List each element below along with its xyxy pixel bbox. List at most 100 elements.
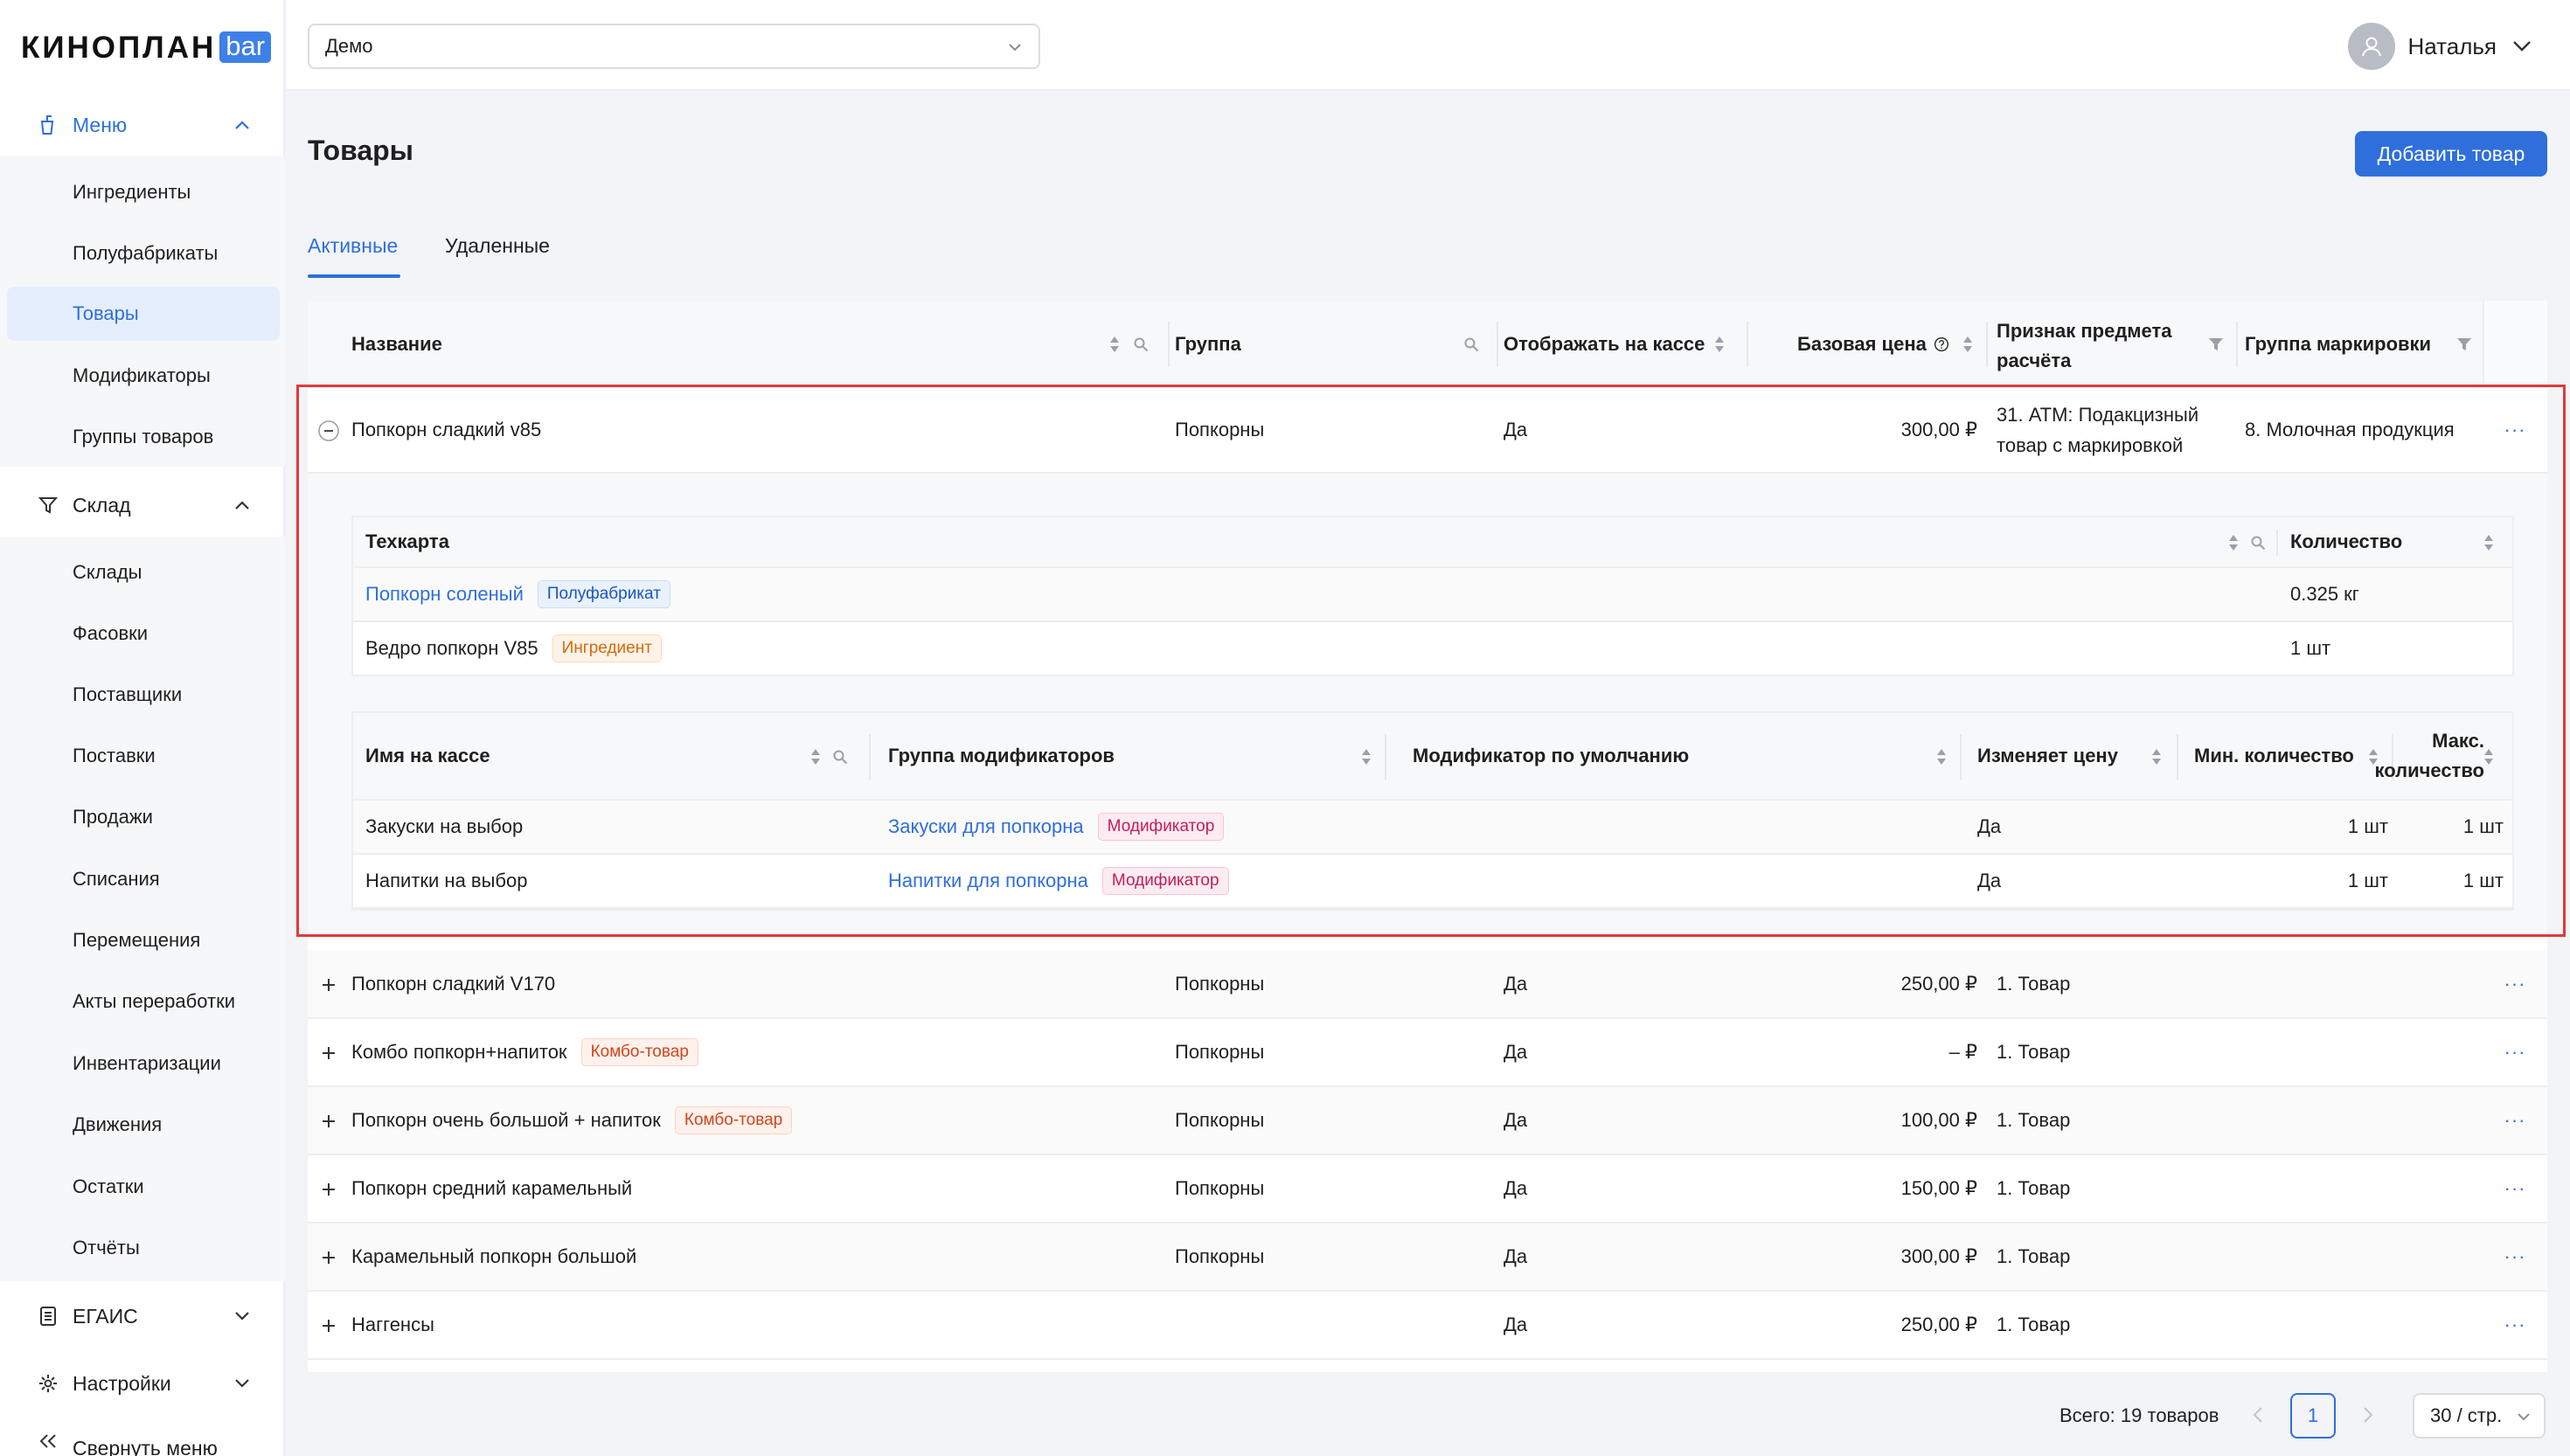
expand-row-icon[interactable] <box>318 1315 339 1336</box>
sidebar-item-inventories[interactable]: Инвентаризации <box>7 1037 280 1091</box>
table-row[interactable]: Попкорн сладкий V170 Попкорны Да 250,00 … <box>308 951 2547 1019</box>
row-actions-button[interactable]: ··· <box>2483 1155 2547 1222</box>
table-row[interactable]: Комбо попкорн+напиток Комбо-товар Попкор… <box>308 1019 2547 1087</box>
sidebar-item-processing-acts[interactable]: Акты переработки <box>7 974 280 1029</box>
sort-icon[interactable] <box>2481 747 2497 766</box>
table-row[interactable]: Попкорн сладкий v85 Попкорны Да 300,00 ₽… <box>308 388 2547 474</box>
mod-col-min-qty: Мин. количество <box>2194 745 2354 766</box>
row-actions-button[interactable]: ··· <box>2483 1224 2547 1290</box>
sort-icon[interactable] <box>1960 335 1976 354</box>
expand-row-icon[interactable] <box>318 974 339 995</box>
document-icon <box>37 1305 59 1328</box>
sort-icon[interactable] <box>1358 747 1374 766</box>
sort-icon[interactable] <box>808 747 823 766</box>
table-row[interactable]: Попкорн очень большой + напиток Комбо-то… <box>308 1087 2547 1155</box>
modifier-pos-name: Закуски на выбор <box>365 815 524 837</box>
sort-icon[interactable] <box>2226 533 2241 552</box>
sort-icon[interactable] <box>2481 533 2497 552</box>
product-calc-sign: 31. АТМ: Подакцизный товар с маркировкой <box>1997 388 2198 472</box>
funnel-icon <box>37 494 59 517</box>
sidebar-section-egais[interactable]: ЕГАИС <box>0 1285 285 1348</box>
sidebar-item-movements[interactable]: Движения <box>7 1098 280 1152</box>
sidebar-item-writeoffs[interactable]: Списания <box>7 852 280 906</box>
sidebar-item-ingredients[interactable]: Ингредиенты <box>7 165 280 219</box>
product-price: – ₽ <box>1948 1041 1977 1063</box>
sidebar-item-transfers[interactable]: Перемещения <box>7 913 280 967</box>
modifier-changes-price: Да <box>1977 870 2002 891</box>
sidebar-item-suppliers[interactable]: Поставщики <box>7 668 280 722</box>
search-icon[interactable] <box>832 747 848 766</box>
product-show-on-pos: Да <box>1504 1245 1528 1267</box>
col-marking-group: Группа маркировки <box>2245 333 2432 355</box>
app-logo[interactable]: КИНОПЛАН bar <box>21 30 272 65</box>
row-actions-button[interactable]: ··· <box>2483 1292 2547 1358</box>
sort-icon[interactable] <box>1107 335 1122 354</box>
collapse-menu-button[interactable]: Свернуть меню <box>0 1419 285 1456</box>
column-divider <box>1960 734 1962 780</box>
techcard-qty: 0.325 кг <box>2290 583 2359 605</box>
chevron-down-icon <box>2511 35 2533 58</box>
sidebar-item-reports[interactable]: Отчёты <box>7 1221 280 1275</box>
column-divider <box>1497 322 1498 367</box>
filter-icon[interactable] <box>2456 335 2472 354</box>
row-actions-button[interactable]: ··· <box>2483 1087 2547 1154</box>
techcard-item: Ведро попкорн V85 Ингредиент <box>365 622 662 675</box>
sidebar-item-semifinished[interactable]: Полуфабрикаты <box>7 226 280 281</box>
modifier-group-link[interactable]: Закуски для попкорна <box>888 815 1084 838</box>
sidebar-item-sales[interactable]: Продажи <box>7 790 280 844</box>
sidebar-item-warehouses[interactable]: Склады <box>7 545 280 600</box>
prev-page-icon[interactable] <box>2245 1402 2271 1428</box>
sidebar-section-warehouse[interactable]: Склад <box>0 474 285 537</box>
warehouse-subitems: Склады Фасовки Поставщики Поставки Прода… <box>0 537 285 1281</box>
tab-deleted[interactable]: Удаленные <box>445 234 550 258</box>
column-divider <box>1986 322 1988 367</box>
row-actions-button[interactable]: ··· <box>2483 1019 2547 1085</box>
search-icon[interactable] <box>1463 335 1479 354</box>
help-icon[interactable] <box>1934 335 1949 354</box>
product-group: Попкорны <box>1175 1177 1265 1199</box>
sidebar-item-deliveries[interactable]: Поставки <box>7 729 280 783</box>
column-divider <box>1747 322 1748 367</box>
sidebar-item-modifiers[interactable]: Модификаторы <box>7 349 280 403</box>
sidebar-item-packaging[interactable]: Фасовки <box>7 607 280 661</box>
cinema-select[interactable]: Демо <box>308 24 1040 69</box>
sort-icon[interactable] <box>1934 747 1949 766</box>
product-name-cell: Попкорн очень большой + напиток Комбо-то… <box>351 1087 793 1154</box>
product-show-on-pos: Да <box>1504 973 1528 995</box>
search-icon[interactable] <box>2250 533 2266 552</box>
product-group: Попкорны <box>1175 419 1265 440</box>
product-name: Наггенсы <box>351 1314 434 1335</box>
search-icon[interactable] <box>1133 335 1149 354</box>
sidebar-item-products[interactable]: Товары <box>7 287 280 341</box>
row-actions-button[interactable]: ··· <box>2483 951 2547 1017</box>
ingredient-tag: Ингредиент <box>552 634 662 662</box>
next-page-icon[interactable] <box>2355 1402 2381 1428</box>
sidebar-section-menu[interactable]: Меню <box>0 94 285 156</box>
page-size-select[interactable]: 30 / стр. <box>2413 1393 2546 1439</box>
product-calc-sign: 1. Товар <box>1997 973 2071 995</box>
modifier-max-qty: 1 шт <box>2462 815 2504 837</box>
sidebar-item-product-groups[interactable]: Группы товаров <box>7 410 280 464</box>
add-product-button[interactable]: Добавить товар <box>2355 131 2547 177</box>
sidebar-section-settings[interactable]: Настройки <box>0 1352 285 1415</box>
expand-row-icon[interactable] <box>318 1247 339 1268</box>
sidebar: КИНОПЛАН bar Меню Ингредиенты Полуфабрик… <box>0 0 285 1456</box>
sidebar-item-stock[interactable]: Остатки <box>7 1160 280 1214</box>
sort-icon[interactable] <box>2149 747 2164 766</box>
mod-col-default: Модификатор по умолчанию <box>1413 745 1690 766</box>
tab-active[interactable]: Активные <box>308 234 398 258</box>
expand-row-icon[interactable] <box>318 1179 339 1200</box>
table-row[interactable]: Наггенсы Да 250,00 ₽ 1. Товар ··· <box>308 1292 2547 1360</box>
row-actions-button[interactable]: ··· <box>2483 388 2547 472</box>
expand-row-icon[interactable] <box>318 1043 339 1064</box>
collapse-row-icon[interactable] <box>318 420 339 441</box>
modifier-group-link[interactable]: Напитки для попкорна <box>888 870 1088 892</box>
filter-icon[interactable] <box>2208 335 2224 354</box>
techcard-item-link[interactable]: Попкорн соленый <box>365 583 524 606</box>
table-row[interactable]: Попкорн средний карамельный Попкорны Да … <box>308 1155 2547 1224</box>
user-menu[interactable]: Наталья <box>2348 23 2533 70</box>
page-number-current[interactable]: 1 <box>2290 1393 2336 1439</box>
sort-icon[interactable] <box>1712 335 1727 354</box>
table-row[interactable]: Карамельный попкорн большой Попкорны Да … <box>308 1224 2547 1292</box>
expand-row-icon[interactable] <box>318 1111 339 1132</box>
